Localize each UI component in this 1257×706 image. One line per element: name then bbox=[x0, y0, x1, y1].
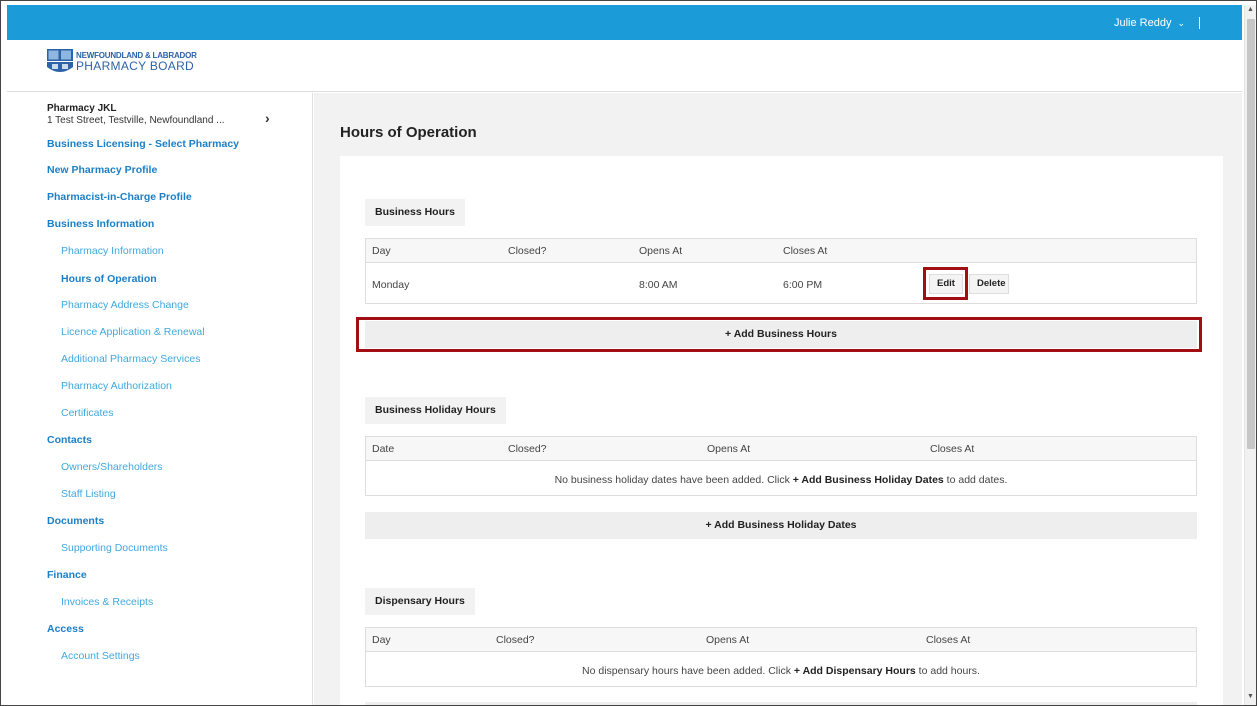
dispensary-hours-heading: Dispensary Hours bbox=[365, 588, 475, 615]
browser-frame: Julie Reddy ⌄ NEWFOUNDLAND & LABRADOR PH… bbox=[0, 0, 1257, 706]
nav-documents[interactable]: Documents bbox=[47, 515, 104, 527]
cell-day: Monday bbox=[372, 279, 410, 291]
col-closed: Closed? bbox=[496, 634, 535, 646]
pharmacy-board-logo[interactable]: NEWFOUNDLAND & LABRADOR PHARMACY BOARD bbox=[47, 49, 197, 75]
nav-staff-listing[interactable]: Staff Listing bbox=[61, 488, 116, 500]
shield-logo-icon bbox=[47, 49, 73, 75]
cell-opens-at: 8:00 AM bbox=[639, 279, 678, 291]
pharmacy-address: 1 Test Street, Testville, Newfoundland .… bbox=[47, 115, 225, 126]
nav-account-settings[interactable]: Account Settings bbox=[61, 650, 140, 662]
nav-supporting-documents[interactable]: Supporting Documents bbox=[61, 542, 168, 554]
business-hours-table: Day Closed? Opens At Closes At Monday 8:… bbox=[365, 238, 1197, 304]
user-menu[interactable]: Julie Reddy ⌄ bbox=[1114, 17, 1200, 29]
nav-additional-services[interactable]: Additional Pharmacy Services bbox=[61, 353, 200, 365]
nav-access[interactable]: Access bbox=[47, 623, 84, 635]
chevron-right-icon[interactable]: › bbox=[265, 110, 270, 126]
holiday-hours-heading: Business Holiday Hours bbox=[365, 397, 506, 424]
empty-text-end: to add hours. bbox=[915, 665, 980, 677]
col-day: Day bbox=[372, 245, 391, 257]
nav-licence-application[interactable]: Licence Application & Renewal bbox=[61, 326, 205, 338]
edit-button-highlight bbox=[923, 267, 968, 300]
table-header: Day Closed? Opens At Closes At bbox=[366, 628, 1196, 652]
nav-new-pharmacy-profile[interactable]: New Pharmacy Profile bbox=[47, 164, 157, 176]
add-dispensary-hours-button[interactable] bbox=[365, 702, 1197, 705]
empty-text-end: to add dates. bbox=[943, 474, 1008, 486]
holiday-hours-table: Date Closed? Opens At Closes At No busin… bbox=[365, 436, 1197, 496]
add-holiday-dates-button[interactable]: + Add Business Holiday Dates bbox=[365, 512, 1197, 539]
nav-invoices-receipts[interactable]: Invoices & Receipts bbox=[61, 596, 153, 608]
scrollbar-thumb[interactable] bbox=[1247, 19, 1255, 449]
user-name[interactable]: Julie Reddy bbox=[1114, 17, 1171, 29]
col-closes-at: Closes At bbox=[783, 245, 828, 257]
header-logo-bar: NEWFOUNDLAND & LABRADOR PHARMACY BOARD bbox=[7, 40, 1242, 92]
top-bar: Julie Reddy ⌄ bbox=[7, 5, 1242, 40]
col-opens-at: Opens At bbox=[707, 443, 751, 455]
nav-business-licensing[interactable]: Business Licensing - Select Pharmacy bbox=[47, 138, 239, 150]
table-header: Day Closed? Opens At Closes At bbox=[366, 239, 1196, 263]
delete-button[interactable]: Delete bbox=[969, 274, 1009, 294]
nav-pic-profile[interactable]: Pharmacist-in-Charge Profile bbox=[47, 191, 192, 203]
add-business-hours-highlight bbox=[356, 317, 1202, 352]
page-title: Hours of Operation bbox=[340, 124, 477, 141]
dispensary-hours-table: Day Closed? Opens At Closes At No dispen… bbox=[365, 627, 1197, 687]
col-closes-at: Closes At bbox=[930, 443, 975, 455]
pharmacy-name: Pharmacy JKL bbox=[47, 103, 117, 114]
sidebar: Pharmacy JKL 1 Test Street, Testville, N… bbox=[7, 93, 313, 705]
col-closed: Closed? bbox=[508, 443, 547, 455]
nav-business-information[interactable]: Business Information bbox=[47, 218, 154, 230]
chevron-down-icon[interactable]: ⌄ bbox=[1177, 18, 1185, 29]
business-hours-heading: Business Hours bbox=[365, 199, 465, 226]
nav-finance[interactable]: Finance bbox=[47, 569, 87, 581]
empty-state-message: No dispensary hours have been added. Cli… bbox=[366, 665, 1196, 677]
col-date: Date bbox=[372, 443, 395, 455]
empty-text: No business holiday dates have been adde… bbox=[554, 474, 793, 486]
col-day: Day bbox=[372, 634, 391, 646]
nav-owners-shareholders[interactable]: Owners/Shareholders bbox=[61, 461, 163, 473]
empty-link-text: + Add Business Holiday Dates bbox=[792, 474, 944, 486]
col-opens-at: Opens At bbox=[706, 634, 750, 646]
menu-divider bbox=[1199, 17, 1200, 29]
scroll-up-icon[interactable]: ▲ bbox=[1247, 6, 1254, 13]
col-opens-at: Opens At bbox=[639, 245, 683, 257]
scroll-down-icon[interactable]: ▼ bbox=[1247, 693, 1254, 700]
nav-pharmacy-information[interactable]: Pharmacy Information bbox=[61, 245, 164, 257]
col-closes-at: Closes At bbox=[926, 634, 971, 646]
cell-closes-at: 6:00 PM bbox=[783, 279, 823, 291]
nav-pharmacy-authorization[interactable]: Pharmacy Authorization bbox=[61, 380, 172, 392]
nav-hours-of-operation[interactable]: Hours of Operation bbox=[61, 273, 157, 285]
empty-text: No dispensary hours have been added. Cli… bbox=[582, 665, 794, 677]
nav-certificates[interactable]: Certificates bbox=[61, 407, 114, 419]
empty-state-message: No business holiday dates have been adde… bbox=[366, 474, 1196, 486]
selected-pharmacy[interactable]: Pharmacy JKL 1 Test Street, Testville, N… bbox=[47, 103, 287, 126]
nav-pharmacy-address-change[interactable]: Pharmacy Address Change bbox=[61, 299, 189, 311]
vertical-scrollbar[interactable]: ▲ ▼ bbox=[1244, 5, 1256, 705]
col-closed: Closed? bbox=[508, 245, 547, 257]
logo-line-2: PHARMACY BOARD bbox=[76, 59, 195, 73]
empty-link-text: + Add Dispensary Hours bbox=[793, 665, 916, 677]
nav-contacts[interactable]: Contacts bbox=[47, 434, 92, 446]
table-header: Date Closed? Opens At Closes At bbox=[366, 437, 1196, 461]
